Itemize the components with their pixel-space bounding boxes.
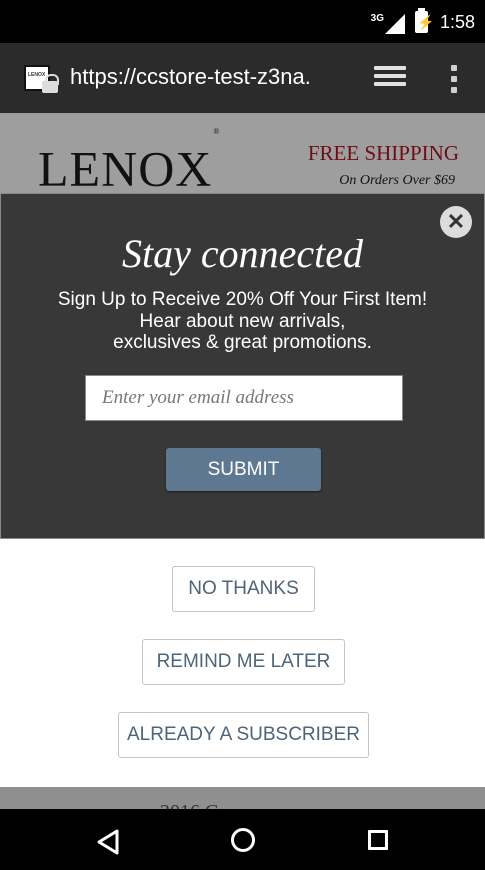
battery-icon: ⚡ [415, 8, 434, 33]
modal-description: Sign Up to Receive 20% Off Your First It… [0, 289, 485, 354]
navigation-bar [0, 809, 485, 870]
free-shipping-title: FREE SHIPPING [307, 141, 459, 165]
submit-button[interactable]: SUBMIT [166, 448, 321, 491]
back-icon[interactable] [96, 829, 120, 855]
modal-title: Stay connected [122, 231, 363, 276]
modal-line-arrivals: Hear about new arrivals, [139, 310, 346, 332]
modal-line-offer: Sign Up to Receive 20% Off Your First It… [57, 289, 428, 310]
recent-apps-icon[interactable] [368, 830, 388, 850]
modal-line-promotions: exclusives & great promotions. [113, 332, 372, 353]
network-type: 3G [370, 13, 384, 24]
already-subscriber-button[interactable]: ALREADY A SUBSCRIBER [118, 712, 369, 758]
browser-toolbar: LENOX https://ccstore-test-z3na. [0, 43, 485, 113]
page-footer: 2016 C [0, 787, 485, 809]
site-header: LENOX® FREE SHIPPING On Orders Over $69 [0, 113, 485, 194]
status-bar: 3G ⚡ 1:58 [0, 0, 485, 43]
tabs-icon[interactable] [374, 66, 406, 92]
overflow-menu-icon[interactable] [450, 65, 458, 93]
clock: 1:58 [439, 12, 475, 32]
signal-icon [385, 14, 405, 34]
email-input[interactable] [85, 375, 403, 421]
url-bar[interactable]: https://ccstore-test-z3na. [70, 64, 348, 90]
lenox-logo[interactable]: LENOX® [38, 127, 220, 194]
footer-copyright: 2016 C [160, 801, 218, 809]
free-shipping-subtitle: On Orders Over $69 [339, 173, 455, 188]
remind-me-later-button[interactable]: REMIND ME LATER [142, 639, 345, 685]
lock-icon [42, 74, 59, 93]
no-thanks-button[interactable]: NO THANKS [172, 566, 315, 612]
home-icon[interactable] [231, 828, 255, 852]
